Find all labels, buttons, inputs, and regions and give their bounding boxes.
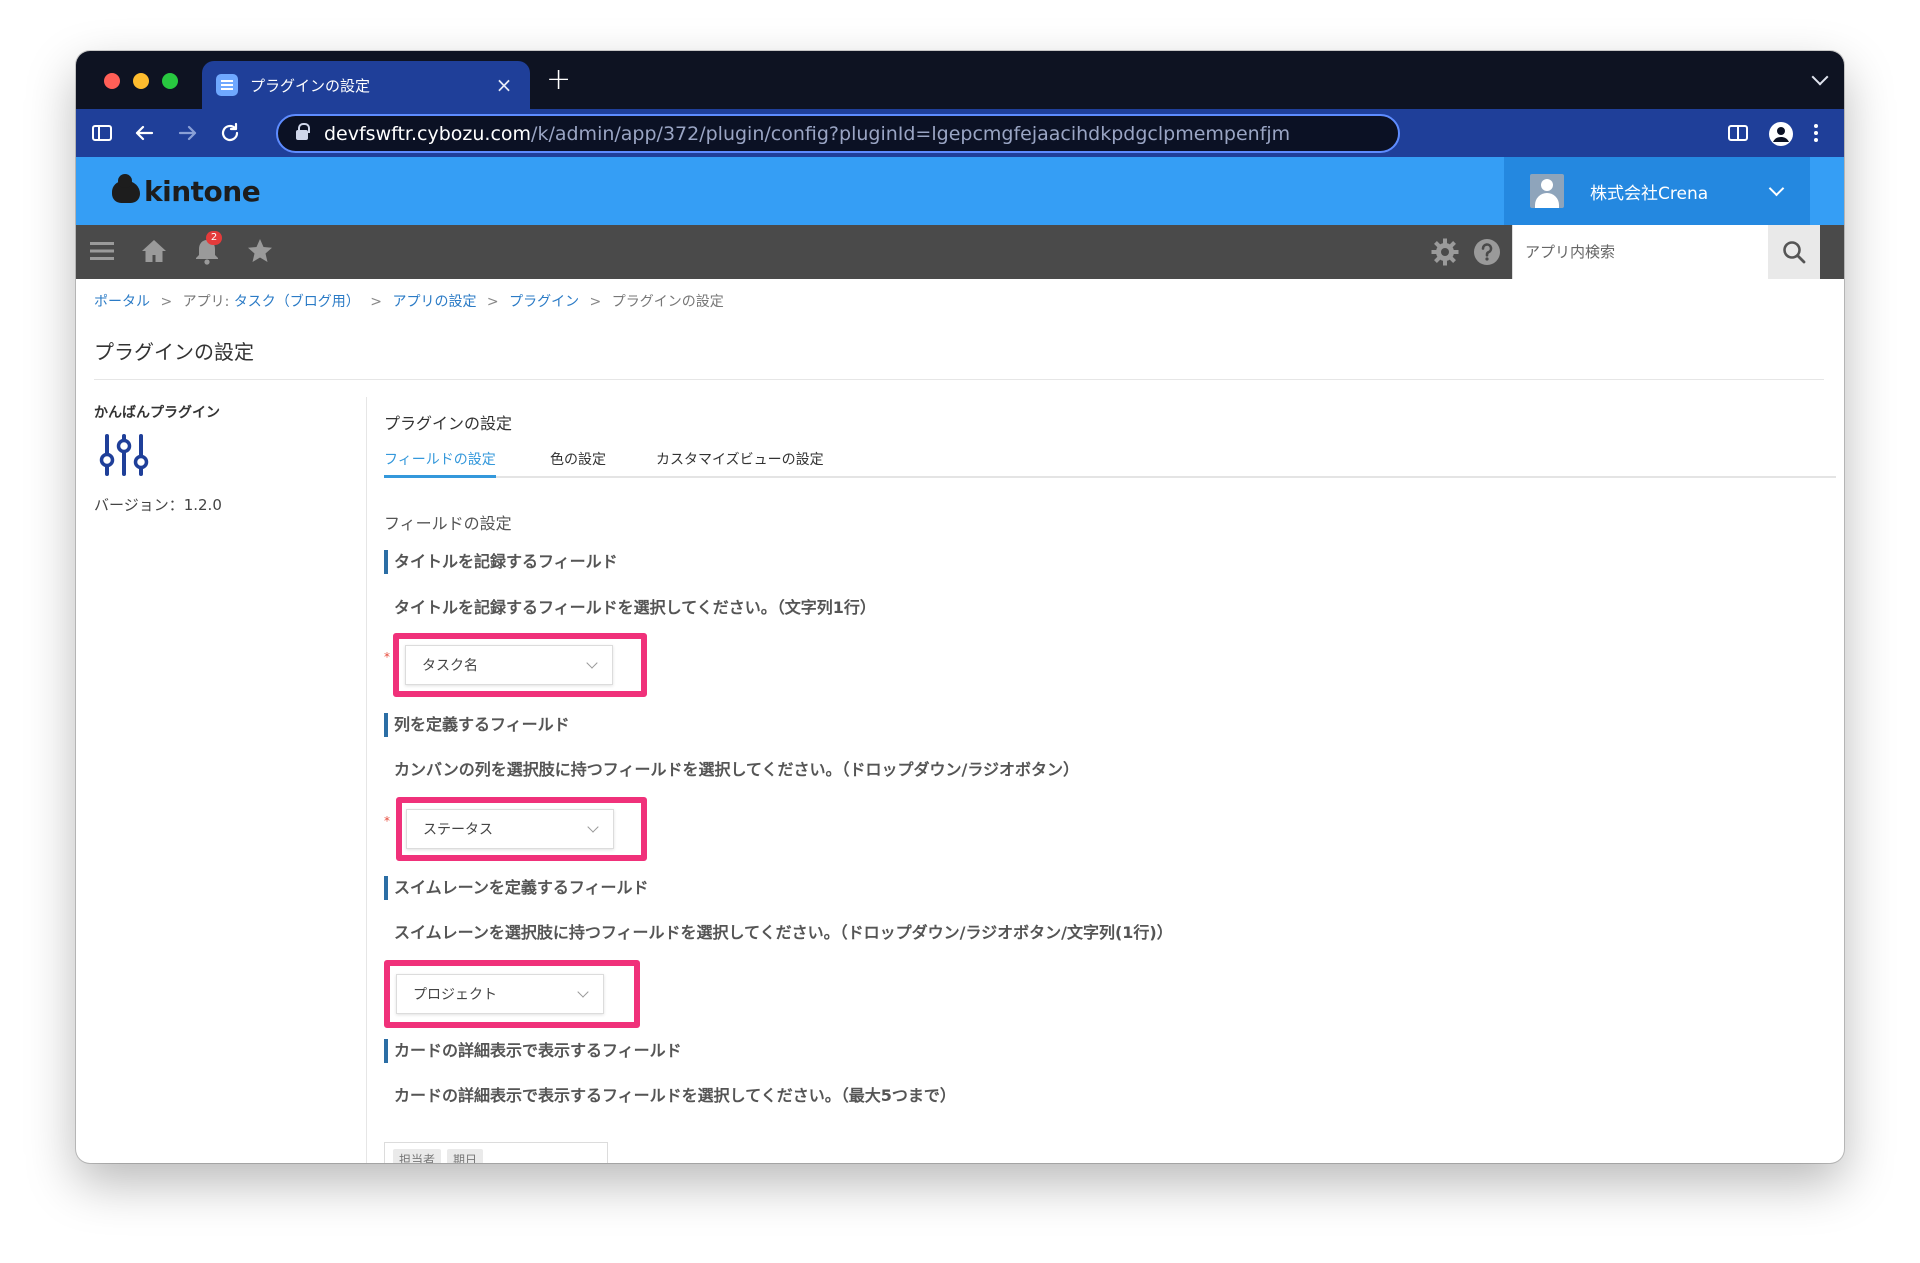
title-field-value: タスク名 xyxy=(422,658,478,674)
user-menu[interactable]: 株式会社Crena xyxy=(1504,157,1810,225)
close-window-button[interactable] xyxy=(104,73,120,89)
breadcrumb-separator: > xyxy=(486,294,499,310)
breadcrumb-separator: > xyxy=(370,294,382,310)
tab-search-chevron-icon[interactable] xyxy=(1811,68,1829,86)
browser-window: プラグインの設定 × + devfswftr.cybozu.com/k/admi… xyxy=(76,51,1844,1163)
kintone-header: kintone 株式会社Crena xyxy=(76,157,1844,225)
selected-chip[interactable]: 担当者 xyxy=(393,1149,442,1163)
hamburger-menu-icon[interactable] xyxy=(88,237,116,265)
title-field-description: タイトルを記録するフィールドを選択してください。（文字列1行） xyxy=(394,598,876,617)
browser-tab-active[interactable]: プラグインの設定 × xyxy=(202,61,530,109)
search-button[interactable] xyxy=(1768,225,1820,279)
back-arrow-icon[interactable] xyxy=(132,121,156,145)
breadcrumb-current: プラグインの設定 xyxy=(611,294,724,310)
home-icon[interactable] xyxy=(140,237,168,265)
kintone-logo-text: kintone xyxy=(144,175,261,208)
reload-icon[interactable] xyxy=(218,121,242,145)
url-path: /k/admin/app/372/plugin/config?pluginId=… xyxy=(531,122,1291,145)
swimlane-field-select[interactable]: プロジェクト xyxy=(396,974,604,1014)
required-mark: * xyxy=(384,814,390,828)
plugin-sidebar: かんばんプラグイン バージョン：1.2.0 xyxy=(76,380,366,1163)
list-favicon-icon xyxy=(216,74,238,96)
address-bar[interactable]: devfswftr.cybozu.com/k/admin/app/372/plu… xyxy=(276,114,1400,153)
sidebar-divider xyxy=(366,397,367,1163)
chevron-down-icon xyxy=(577,985,589,998)
chevron-down-icon xyxy=(1768,180,1785,196)
swimlane-field-heading: スイムレーンを定義するフィールド xyxy=(384,876,649,900)
sliders-icon xyxy=(99,434,149,476)
maximize-window-button[interactable] xyxy=(162,73,178,89)
search-icon xyxy=(1783,241,1806,264)
window-controls xyxy=(104,73,178,89)
tab-custom-view-settings[interactable]: カスタマイズビューの設定 xyxy=(656,446,824,478)
swimlane-field-description: スイムレーンを選択肢に持つフィールドを選択してください。（ドロップダウン/ラジオ… xyxy=(394,923,1173,942)
browser-toolbar: devfswftr.cybozu.com/k/admin/app/372/plu… xyxy=(76,109,1844,157)
url-host: devfswftr.cybozu.com xyxy=(324,122,532,145)
notification-badge: 2 xyxy=(206,231,222,245)
new-tab-plus-icon[interactable]: + xyxy=(546,64,571,96)
breadcrumb-portal-link[interactable]: ポータル xyxy=(94,294,150,310)
content-heading: プラグインの設定 xyxy=(384,414,513,433)
column-field-select[interactable]: ステータス xyxy=(406,809,614,849)
settings-gear-icon[interactable] xyxy=(1430,237,1460,267)
tab-title: プラグインの設定 xyxy=(250,76,371,95)
chevron-down-icon xyxy=(587,820,599,833)
app-search-input[interactable] xyxy=(1513,225,1768,279)
detail-field-heading: カードの詳細表示で表示するフィールド xyxy=(384,1039,682,1063)
user-avatar-icon xyxy=(1530,174,1564,208)
kintone-logo[interactable]: kintone xyxy=(112,173,261,208)
kebab-menu-icon[interactable] xyxy=(1812,121,1820,145)
company-name: 株式会社Crena xyxy=(1590,183,1709,204)
global-navigation: 2 xyxy=(76,225,1844,279)
section-title: フィールドの設定 xyxy=(384,514,512,533)
url-text: devfswftr.cybozu.com/k/admin/app/372/plu… xyxy=(324,123,1290,145)
lock-icon xyxy=(296,122,310,141)
column-field-value: ステータス xyxy=(423,822,493,838)
detail-field-multiselect[interactable]: 担当者 期日 xyxy=(384,1142,608,1163)
close-tab-icon[interactable]: × xyxy=(492,73,516,97)
favorites-star-icon[interactable] xyxy=(246,237,274,265)
page-title: プラグインの設定 xyxy=(94,340,254,364)
breadcrumb-plugin-link[interactable]: プラグイン xyxy=(509,294,579,310)
column-field-heading: 列を定義するフィールド xyxy=(384,713,570,737)
column-field-description: カンバンの列を選択肢に持つフィールドを選択してください。（ドロップダウン/ラジオ… xyxy=(394,760,1080,779)
title-field-heading: タイトルを記録するフィールド xyxy=(384,550,618,574)
plugin-name: かんばんプラグイン xyxy=(94,405,220,421)
detail-field-description: カードの詳細表示で表示するフィールドを選択してください。（最大5つまで） xyxy=(394,1086,956,1105)
sidebar-toggle-icon[interactable] xyxy=(90,121,114,145)
kintone-cloud-icon xyxy=(112,173,140,203)
split-view-icon[interactable] xyxy=(1726,121,1750,145)
minimize-window-button[interactable] xyxy=(133,73,149,89)
required-mark: * xyxy=(384,650,390,664)
tab-strip: プラグインの設定 × + xyxy=(76,51,1844,109)
settings-tabs: フィールドの設定 色の設定 カスタマイズビューの設定 xyxy=(384,446,1836,478)
selected-chip[interactable]: 期日 xyxy=(447,1149,484,1163)
breadcrumb-app-link[interactable]: タスク（ブログ用） xyxy=(234,294,360,310)
breadcrumb-separator: > xyxy=(160,294,173,310)
plugin-version: バージョン：1.2.0 xyxy=(94,496,222,514)
breadcrumb-app-prefix: アプリ: xyxy=(182,294,230,310)
app-search-box xyxy=(1512,225,1768,279)
chevron-down-icon xyxy=(586,656,598,669)
breadcrumb: ポータル > アプリ: タスク（ブログ用） > アプリの設定 > プラグイン >… xyxy=(94,291,724,311)
tab-field-settings[interactable]: フィールドの設定 xyxy=(384,446,496,478)
forward-arrow-icon[interactable] xyxy=(176,121,200,145)
swimlane-field-value: プロジェクト xyxy=(413,987,497,1003)
title-field-select[interactable]: タスク名 xyxy=(405,645,613,685)
breadcrumb-app-settings-link[interactable]: アプリの設定 xyxy=(392,294,476,310)
tab-color-settings[interactable]: 色の設定 xyxy=(550,446,606,478)
help-question-icon[interactable] xyxy=(1472,237,1502,267)
profile-icon[interactable] xyxy=(1768,121,1794,147)
breadcrumb-separator: > xyxy=(589,294,602,310)
